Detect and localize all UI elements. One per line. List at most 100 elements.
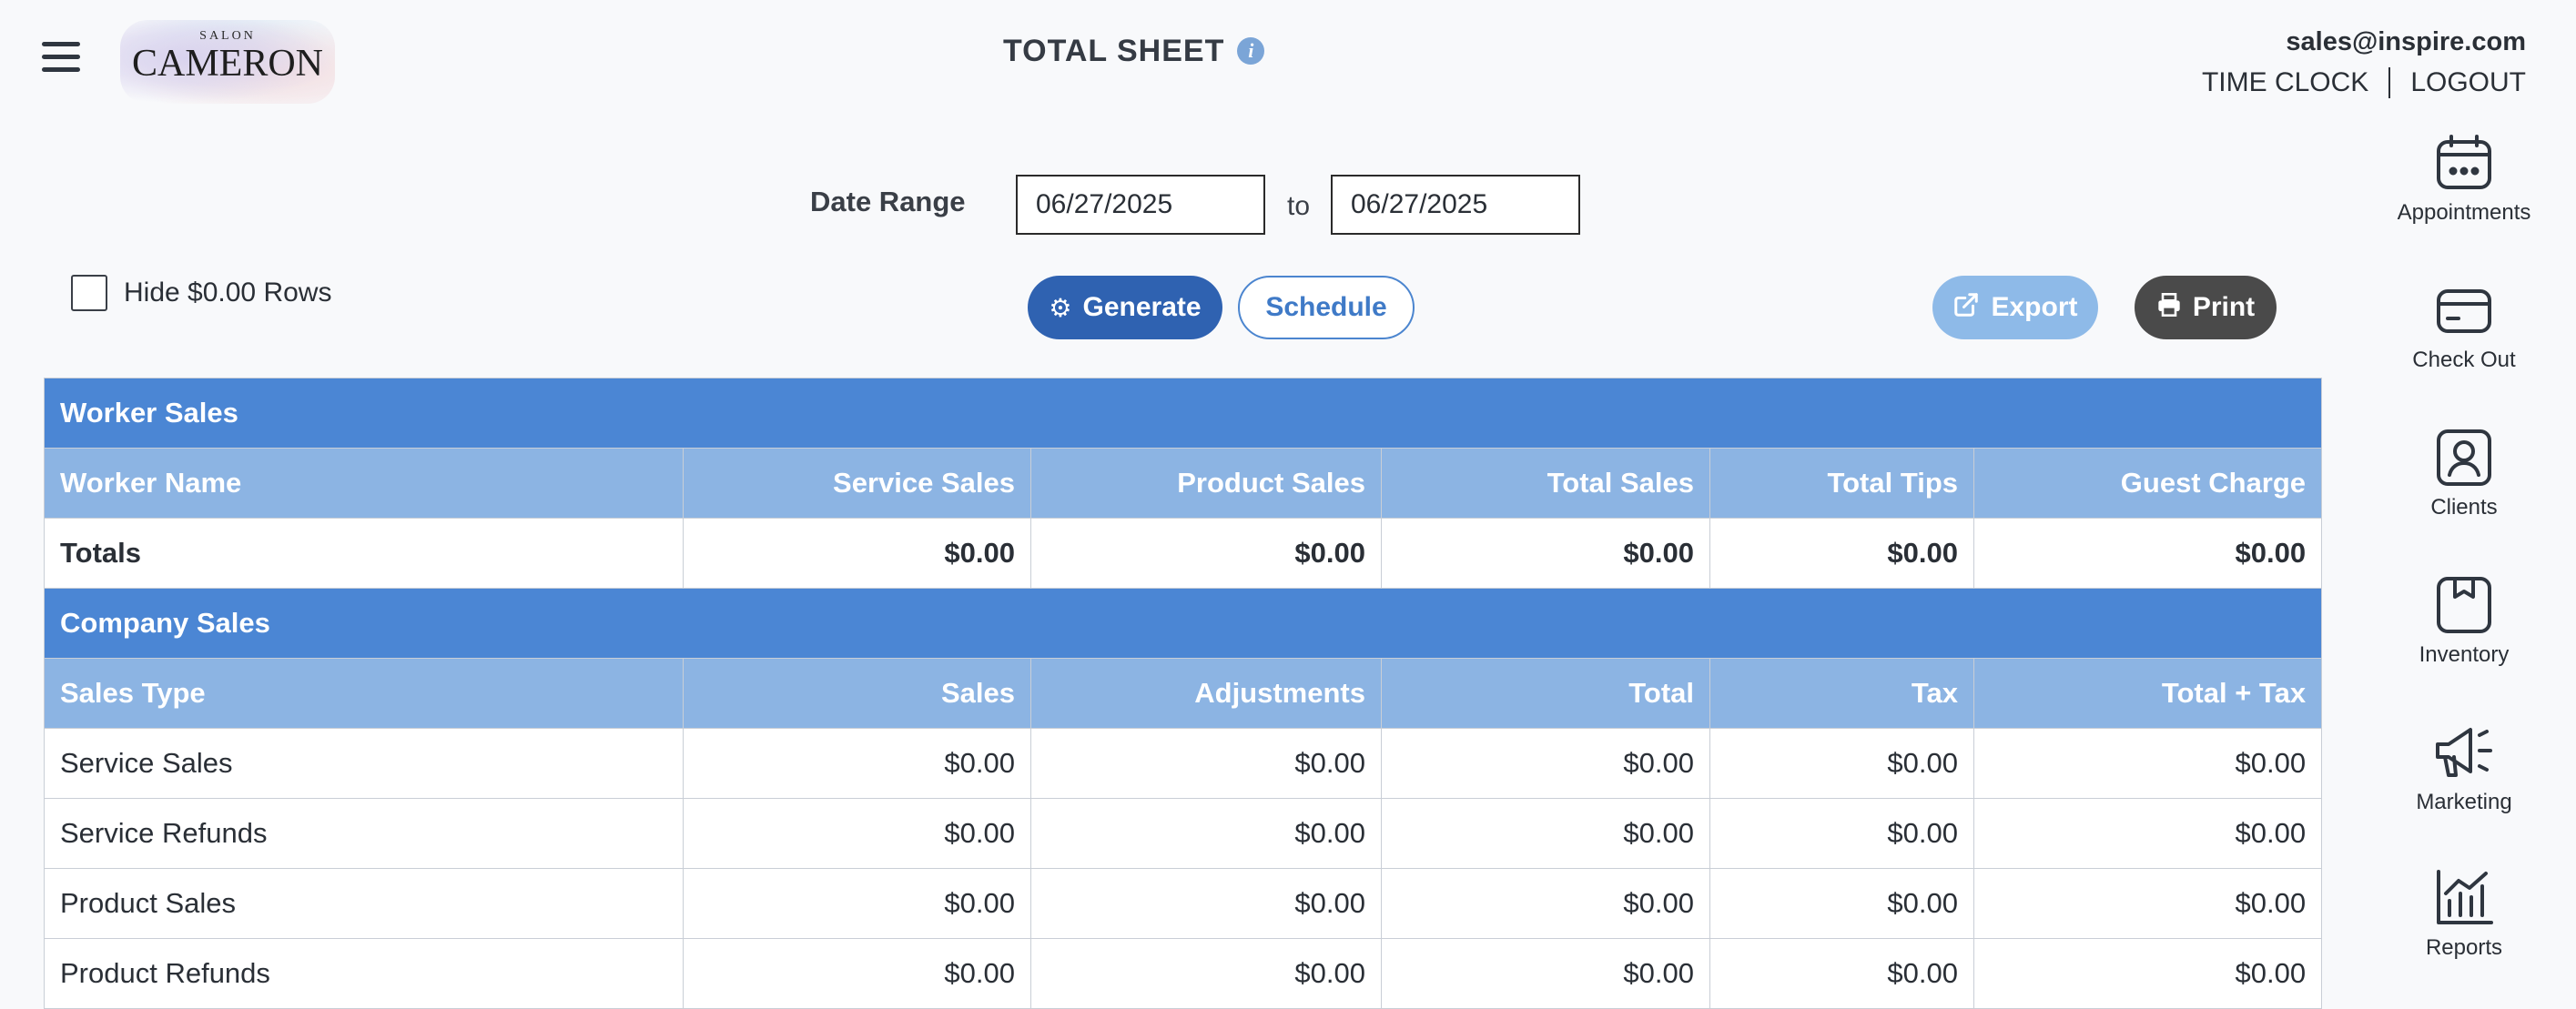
hide-zero-rows-checkbox[interactable] <box>71 275 107 311</box>
date-range-label: Date Range <box>810 186 966 217</box>
nav-appointments[interactable]: Appointments <box>2387 135 2541 226</box>
table-cell: $0.00 <box>1973 868 2323 939</box>
gear-icon: ⚙ <box>1049 293 1072 322</box>
table-cell: $0.00 <box>1030 728 1382 799</box>
table-cell: Service Refunds <box>44 798 684 869</box>
calendar-icon <box>2437 135 2491 189</box>
page-title: TOTAL SHEET <box>1003 33 1225 68</box>
column-header: Guest Charge <box>1973 448 2323 519</box>
nav-check-out[interactable]: Check Out <box>2387 282 2541 373</box>
column-header: Total Tips <box>1709 448 1974 519</box>
table-cell: $0.00 <box>683 518 1031 589</box>
table-cell: $0.00 <box>1709 868 1974 939</box>
table-cell: $0.00 <box>1381 518 1710 589</box>
table-cell: $0.00 <box>683 798 1031 869</box>
megaphone-icon <box>2436 728 2492 777</box>
nav-clients[interactable]: Clients <box>2387 429 2541 520</box>
nav-label-clients: Clients <box>2430 495 2498 520</box>
print-label: Print <box>2192 292 2256 322</box>
link-divider <box>2388 67 2391 98</box>
to-label: to <box>1287 191 1311 221</box>
logo-big-text: CAMERON <box>131 43 324 85</box>
nav-reports[interactable]: Reports <box>2387 870 2541 961</box>
nav-label-inventory: Inventory <box>2419 642 2510 667</box>
table-cell: $0.00 <box>1381 798 1710 869</box>
date-to-input[interactable] <box>1331 175 1580 235</box>
worker-sales-section-row: Worker Sales <box>43 378 2323 449</box>
schedule-label: Schedule <box>1265 292 1387 322</box>
nav-label-appointments: Appointments <box>2397 200 2531 225</box>
nav-label-marketing: Marketing <box>2416 790 2512 814</box>
table-cell: $0.00 <box>1381 938 1710 1009</box>
table-cell: Service Sales <box>44 728 684 799</box>
print-button[interactable]: Print <box>2135 276 2277 339</box>
nav-label-reports: Reports <box>2425 935 2503 960</box>
column-header: Service Sales <box>683 448 1031 519</box>
table-cell: Totals <box>44 518 684 589</box>
export-label: Export <box>1991 292 2078 322</box>
table-cell: $0.00 <box>1709 938 1974 1009</box>
generate-button[interactable]: ⚙ Generate <box>1028 276 1222 339</box>
company-sales-section-row: Company Sales <box>43 588 2323 659</box>
worker-sales-header-row: Worker Name Service Sales Product Sales … <box>44 448 2323 519</box>
column-header: Total + Tax <box>1973 658 2323 729</box>
column-header: Sales <box>683 658 1031 729</box>
table-cell: $0.00 <box>1030 868 1382 939</box>
table-cell: $0.00 <box>1709 798 1974 869</box>
export-button[interactable]: Export <box>1932 276 2098 339</box>
chart-icon <box>2437 870 2493 924</box>
table-cell: $0.00 <box>683 728 1031 799</box>
generate-label: Generate <box>1082 292 1202 322</box>
nav-label-check-out: Check Out <box>2412 348 2516 372</box>
table-cell: $0.00 <box>1381 868 1710 939</box>
logo-small-text: SALON <box>199 29 256 43</box>
table-cell: $0.00 <box>1030 798 1382 869</box>
schedule-button[interactable]: Schedule <box>1238 276 1415 339</box>
table-cell: Product Refunds <box>44 938 684 1009</box>
table-row: Product Refunds $0.00 $0.00 $0.00 $0.00 … <box>44 938 2323 1009</box>
worker-totals-row: Totals $0.00 $0.00 $0.00 $0.00 $0.00 <box>44 518 2323 589</box>
hamburger-menu-icon[interactable] <box>42 42 80 75</box>
external-link-icon <box>1952 291 1980 325</box>
page-title-wrap: TOTAL SHEET i <box>1003 31 1265 71</box>
time-clock-link[interactable]: TIME CLOCK <box>2202 67 2368 98</box>
salon-logo[interactable]: SALON CAMERON <box>120 20 335 104</box>
date-from-input[interactable] <box>1016 175 1265 235</box>
table-cell: $0.00 <box>1709 518 1974 589</box>
column-header: Total <box>1381 658 1710 729</box>
logout-link[interactable]: LOGOUT <box>2410 67 2526 98</box>
table-row: Service Refunds $0.00 $0.00 $0.00 $0.00 … <box>44 798 2323 869</box>
hide-zero-rows-toggle[interactable]: Hide $0.00 Rows <box>71 275 331 311</box>
table-cell: $0.00 <box>1030 938 1382 1009</box>
table-cell: $0.00 <box>1973 938 2323 1009</box>
table-cell: $0.00 <box>1973 798 2323 869</box>
table-row: Product Sales $0.00 $0.00 $0.00 $0.00 $0… <box>44 868 2323 939</box>
table-row: Service Sales $0.00 $0.00 $0.00 $0.00 $0… <box>44 728 2323 799</box>
table-cell: Product Sales <box>44 868 684 939</box>
column-header: Worker Name <box>44 448 684 519</box>
printer-icon <box>2156 292 2182 324</box>
credit-card-icon <box>2437 289 2491 333</box>
hide-zero-rows-label: Hide $0.00 Rows <box>124 277 332 308</box>
total-sheet-table: Worker Sales Worker Name Service Sales P… <box>43 378 2323 1009</box>
table-cell: $0.00 <box>683 868 1031 939</box>
top-links: TIME CLOCK LOGOUT <box>2202 67 2526 98</box>
table-cell: $0.00 <box>1973 728 2323 799</box>
nav-inventory[interactable]: Inventory <box>2387 577 2541 668</box>
section-title: Worker Sales <box>43 378 2323 449</box>
user-email: sales@inspire.com <box>2286 27 2526 56</box>
column-header: Tax <box>1709 658 1974 729</box>
column-header: Total Sales <box>1381 448 1710 519</box>
table-cell: $0.00 <box>1030 518 1382 589</box>
table-cell: $0.00 <box>683 938 1031 1009</box>
column-header: Sales Type <box>44 658 684 729</box>
client-icon <box>2437 429 2491 486</box>
info-icon[interactable]: i <box>1237 37 1265 65</box>
table-cell: $0.00 <box>1973 518 2323 589</box>
table-cell: $0.00 <box>1709 728 1974 799</box>
section-title: Company Sales <box>43 588 2323 659</box>
table-cell: $0.00 <box>1381 728 1710 799</box>
nav-marketing[interactable]: Marketing <box>2387 724 2541 815</box>
column-header: Product Sales <box>1030 448 1382 519</box>
company-sales-header-row: Sales Type Sales Adjustments Total Tax T… <box>44 658 2323 729</box>
